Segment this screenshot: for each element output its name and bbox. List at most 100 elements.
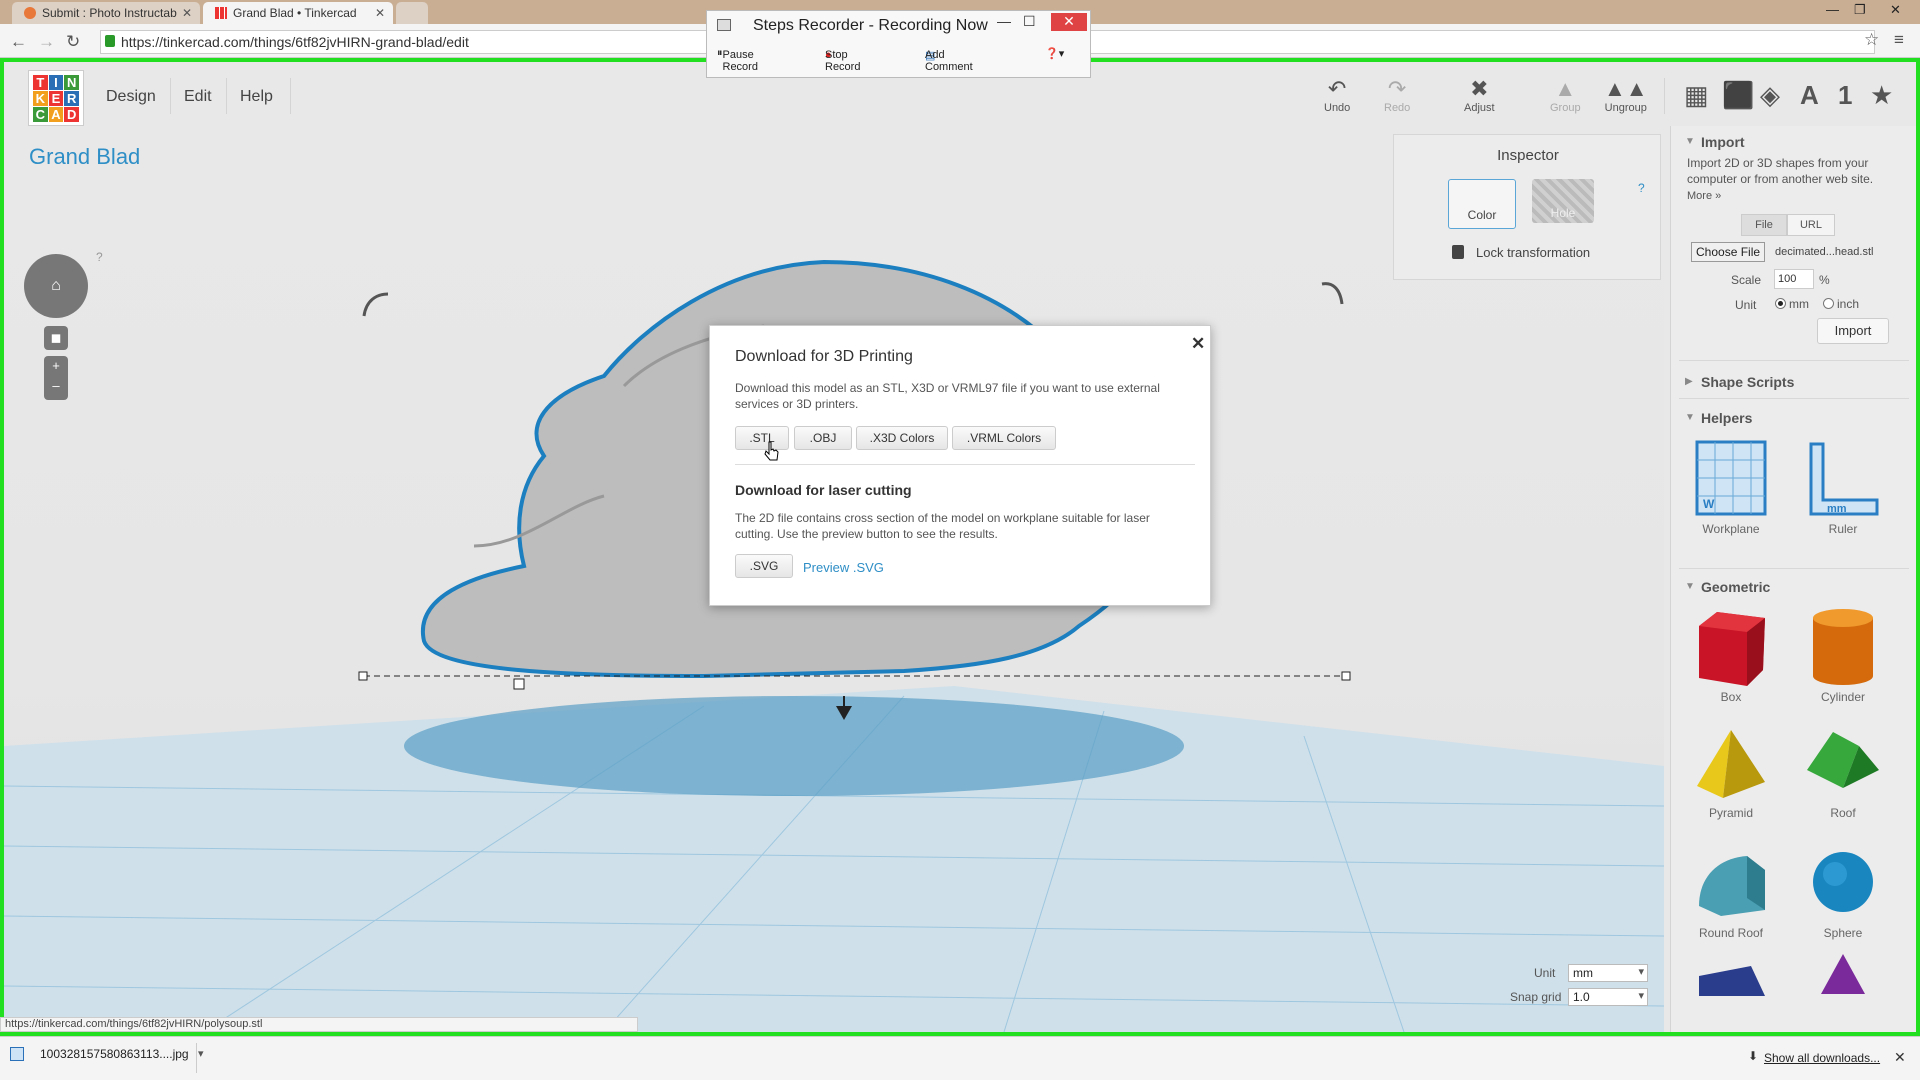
home-icon[interactable]: ⌂ <box>51 277 61 294</box>
url-tab[interactable]: URL <box>1787 214 1835 236</box>
more-link[interactable]: More » <box>1687 190 1721 202</box>
resize-handle[interactable] <box>1341 671 1351 681</box>
close-tab-icon[interactable]: ✕ <box>375 6 385 20</box>
bookmark-star-icon[interactable]: ☆ <box>1864 30 1879 50</box>
download-x3d-button[interactable]: .X3D Colors <box>856 426 948 450</box>
menu-icon[interactable]: ≡ <box>1894 30 1904 50</box>
inspector-help-icon[interactable]: ? <box>1638 181 1645 195</box>
orbit-control[interactable]: ⌂ <box>24 254 88 318</box>
download-obj-button[interactable]: .OBJ <box>794 426 852 450</box>
mouse-cursor-icon <box>764 441 779 461</box>
group-button[interactable]: ▲ Group <box>1550 76 1581 114</box>
resize-handle[interactable] <box>358 671 368 681</box>
file-tab[interactable]: File <box>1741 214 1787 236</box>
tab-instructables[interactable]: Submit : Photo Instructab ✕ <box>12 2 200 24</box>
cube-shape-partial[interactable] <box>1683 966 1779 1000</box>
navigation-help-icon[interactable]: ? <box>96 250 103 264</box>
zoom-in-icon[interactable]: + <box>52 358 60 373</box>
minimize-icon[interactable]: — <box>1826 2 1839 17</box>
ruler-icon: mm <box>1809 442 1879 516</box>
menu-edit[interactable]: Edit <box>184 88 212 106</box>
ungroup-icon: ▲▲ <box>1604 76 1648 101</box>
undo-button[interactable]: ↶ Undo <box>1324 76 1350 114</box>
new-tab-button[interactable] <box>396 2 428 24</box>
cylinder-shape[interactable]: Cylinder <box>1795 606 1891 704</box>
close-window-icon[interactable]: ✕ <box>1051 13 1087 31</box>
help-icon[interactable]: ❓▾ <box>1045 47 1064 60</box>
cube-view-icon[interactable]: ⬛ <box>1722 80 1754 111</box>
lock-transformation-toggle[interactable]: Lock transformation <box>1452 245 1590 260</box>
ungroup-button[interactable]: ▲▲ Ungroup <box>1604 76 1648 114</box>
collapse-arrow-icon[interactable]: ▼ <box>1685 581 1695 592</box>
design-title[interactable]: Grand Blad <box>29 144 140 170</box>
tinkercad-logo[interactable]: T I N K E R C A D <box>28 70 84 126</box>
zoom-control[interactable]: + – <box>44 356 68 400</box>
favorites-star-icon[interactable]: ★ <box>1870 80 1893 111</box>
number-shapes-icon[interactable]: 1 <box>1838 80 1852 111</box>
import-button[interactable]: Import <box>1817 318 1889 344</box>
workplane-shape[interactable]: W Workplane <box>1683 438 1779 536</box>
text-shapes-icon[interactable]: A <box>1800 80 1819 111</box>
zoom-out-icon[interactable]: – <box>52 378 59 393</box>
menu-help[interactable]: Help <box>240 88 273 106</box>
tab-tinkercad[interactable]: Grand Blad • Tinkercad ✕ <box>203 2 393 24</box>
geometric-heading[interactable]: Geometric <box>1701 579 1770 595</box>
dialog-title: Download for 3D Printing <box>735 348 913 365</box>
close-tab-icon[interactable]: ✕ <box>182 6 192 20</box>
grid-unit-select[interactable]: mm <box>1568 964 1648 982</box>
sphere-shape[interactable]: Sphere <box>1795 846 1891 940</box>
roof-shape[interactable]: Roof <box>1795 726 1891 820</box>
expand-arrow-icon[interactable]: ▶ <box>1685 376 1693 387</box>
import-heading[interactable]: Import <box>1701 134 1745 150</box>
maximize-icon[interactable]: ☐ <box>1023 13 1036 30</box>
laser-cutting-description: The 2D file contains cross section of th… <box>735 511 1150 541</box>
back-icon[interactable]: ← <box>10 32 27 52</box>
close-icon[interactable]: ✕ <box>1191 334 1205 354</box>
rotate-left-handle[interactable] <box>362 292 389 317</box>
dialog-divider <box>735 464 1195 465</box>
helpers-heading[interactable]: Helpers <box>1701 410 1752 426</box>
choose-file-button[interactable]: Choose File <box>1691 242 1766 262</box>
scale-input[interactable]: 100 <box>1774 269 1814 289</box>
preview-svg-link[interactable]: Preview .SVG <box>803 560 884 575</box>
download-options-icon[interactable]: ▾ <box>198 1047 204 1060</box>
close-window-icon[interactable]: ✕ <box>1890 2 1901 18</box>
color-button[interactable]: Color <box>1448 179 1516 229</box>
wireframe-view-icon[interactable]: ◈ <box>1760 80 1780 111</box>
download-stl-button[interactable]: .STL <box>735 426 789 450</box>
snap-grid-label: Snap grid <box>1510 990 1562 1004</box>
download-vrml-button[interactable]: .VRML Colors <box>952 426 1056 450</box>
box-shape[interactable]: Box <box>1683 606 1779 704</box>
restore-icon[interactable]: ❐ <box>1854 2 1866 18</box>
snap-grid-select[interactable]: 1.0 <box>1568 988 1648 1006</box>
rotate-right-handle[interactable] <box>1321 282 1344 305</box>
hole-button[interactable]: Hole <box>1532 179 1594 223</box>
shape-scripts-heading[interactable]: Shape Scripts <box>1701 374 1794 390</box>
reload-icon[interactable]: ↻ <box>66 32 80 52</box>
forward-icon[interactable]: → <box>38 32 55 52</box>
tab-title: Submit : Photo Instructab <box>42 6 177 20</box>
shapes-panel: ▼ Import Import 2D or 3D shapes from you… <box>1670 126 1916 1032</box>
show-all-downloads-link[interactable]: Show all downloads... <box>1764 1051 1880 1065</box>
resize-handle[interactable] <box>513 678 525 690</box>
close-icon[interactable]: ✕ <box>1894 1049 1906 1066</box>
redo-button[interactable]: ↷ Redo <box>1384 76 1410 114</box>
unit-inch-radio[interactable]: inch <box>1823 297 1859 311</box>
download-svg-button[interactable]: .SVG <box>735 554 793 578</box>
grid-view-icon[interactable]: ▦ <box>1684 80 1709 111</box>
group-icon: ▲ <box>1554 76 1577 101</box>
unit-mm-radio[interactable]: mm <box>1775 297 1809 311</box>
model-shadow <box>404 696 1184 796</box>
ortho-view-icon[interactable]: ◼ <box>44 326 68 350</box>
collapse-arrow-icon[interactable]: ▼ <box>1685 136 1695 147</box>
adjust-button[interactable]: ✖ Adjust <box>1464 76 1495 114</box>
round-roof-shape[interactable]: Round Roof <box>1683 846 1779 940</box>
pyramid-shape[interactable]: Pyramid <box>1683 726 1779 820</box>
pause-record-button[interactable]: ⏸ Pause Record <box>717 47 758 73</box>
download-item[interactable]: 1003281575808631​13....jpg <box>10 1047 189 1061</box>
collapse-arrow-icon[interactable]: ▼ <box>1685 412 1695 423</box>
menu-design[interactable]: Design <box>106 88 156 106</box>
cone-shape-partial[interactable] <box>1795 954 1891 998</box>
ruler-shape[interactable]: mm Ruler <box>1795 438 1891 536</box>
minimize-icon[interactable]: — <box>997 13 1011 29</box>
